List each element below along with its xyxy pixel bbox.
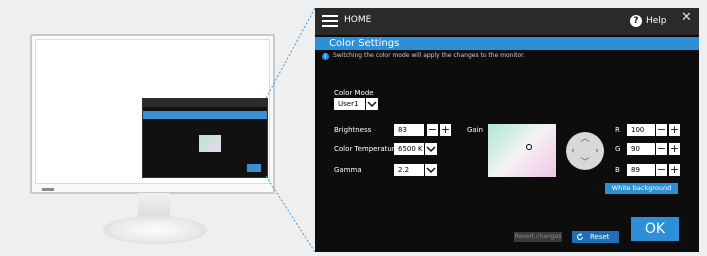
gain-g-value[interactable]: 90 <box>627 143 655 155</box>
gamma-dropdown-button[interactable] <box>425 164 437 176</box>
up-arrow-button[interactable]: ︿ <box>579 133 591 145</box>
info-text: Switching the color mode will apply the … <box>333 52 525 59</box>
white-background-button[interactable]: White background <box>605 183 678 194</box>
direction-pad: ︿ ﹀ ‹ › <box>566 132 604 170</box>
titlebar: HOME ? Help ✕ <box>315 8 699 35</box>
gamma-label: Gamma <box>334 166 362 174</box>
revert-changes-button[interactable]: Revert changes <box>514 232 562 242</box>
gain-picker-cursor[interactable] <box>526 144 532 150</box>
down-arrow-button[interactable]: ﹀ <box>579 157 591 169</box>
gain-color-picker[interactable] <box>488 124 556 177</box>
brightness-label: Brightness <box>334 126 372 134</box>
color-settings-panel: HOME ? Help ✕ Color Settings i Switching… <box>315 8 699 252</box>
info-icon: i <box>322 53 329 60</box>
right-arrow-button[interactable]: › <box>591 145 603 157</box>
chevron-down-icon <box>367 101 377 108</box>
gain-r-decrease-button[interactable]: − <box>656 124 667 136</box>
menu-icon[interactable] <box>322 15 338 27</box>
gain-b-label: B <box>615 166 620 174</box>
brightness-decrease-button[interactable]: − <box>427 124 438 136</box>
gain-b-value[interactable]: 89 <box>627 164 655 176</box>
chevron-down-icon <box>426 167 436 174</box>
gain-r-value[interactable]: 100 <box>627 124 655 136</box>
brightness-value[interactable]: 83 <box>394 124 424 136</box>
chevron-down-icon <box>426 146 436 153</box>
brightness-increase-button[interactable]: + <box>440 124 451 136</box>
color-temperature-dropdown-button[interactable] <box>425 143 437 155</box>
ok-button[interactable]: OK <box>631 217 679 241</box>
gain-g-label: G <box>615 145 621 153</box>
color-mode-dropdown-button[interactable] <box>366 98 378 110</box>
gain-g-increase-button[interactable]: + <box>669 143 680 155</box>
gain-g-decrease-button[interactable]: − <box>656 143 667 155</box>
gain-r-increase-button[interactable]: + <box>669 124 680 136</box>
reset-button[interactable]: Reset <box>572 231 619 243</box>
color-temperature-label: Color Temperature <box>334 145 399 153</box>
close-icon[interactable]: ✕ <box>681 11 692 24</box>
gamma-select[interactable]: 2.2 <box>394 164 424 176</box>
home-label[interactable]: HOME <box>344 15 371 25</box>
gain-b-increase-button[interactable]: + <box>669 164 680 176</box>
color-mode-label: Color Mode <box>334 89 374 97</box>
reset-label: Reset <box>590 233 610 241</box>
gain-label: Gain <box>467 126 484 134</box>
gain-r-label: R <box>615 126 620 134</box>
reset-icon <box>577 233 583 240</box>
gain-b-decrease-button[interactable]: − <box>656 164 667 176</box>
help-icon[interactable]: ? <box>630 15 642 27</box>
help-label[interactable]: Help <box>646 16 667 26</box>
color-temperature-select[interactable]: 6500 K <box>394 143 424 155</box>
left-arrow-button[interactable]: ‹ <box>567 145 579 157</box>
section-title: Color Settings <box>329 38 400 49</box>
color-mode-select[interactable]: User1 <box>334 98 365 110</box>
